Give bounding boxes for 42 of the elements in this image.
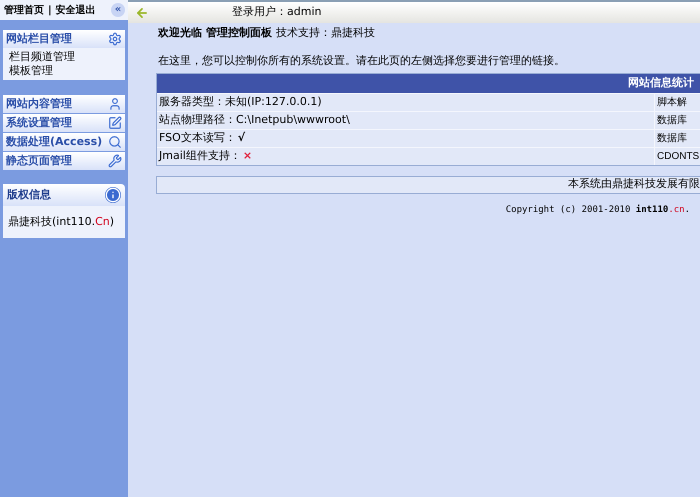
copyright-text: 鼎捷科技(int110.Cn): [8, 214, 114, 230]
separator: |: [48, 4, 52, 18]
cross-mark: ×: [242, 148, 252, 164]
table-title: 网站信息统计: [628, 74, 694, 91]
company-text: 本系统由鼎捷科技发展有限: [568, 176, 700, 192]
back-arrow-icon[interactable]: [134, 6, 150, 20]
welcome-title: 欢迎光临 管理控制面板: [158, 24, 272, 41]
table-cell-text: FSO文本读写：: [159, 130, 236, 146]
menu-title[interactable]: 系统设置管理: [6, 114, 72, 132]
panel-title: 版权信息: [7, 186, 51, 203]
table-cell-text: Jmail组件支持：: [159, 148, 241, 164]
check-mark: √: [238, 130, 246, 146]
person-icon: [108, 97, 122, 111]
wrench-icon: [108, 154, 122, 168]
table-cell-text: 脚本解: [657, 96, 687, 110]
copyright-line: Copyright (c) 2001-2010 int110.cn.: [506, 204, 690, 216]
table-cell-text: 服务器类型：未知(IP:127.0.0.1): [159, 94, 322, 110]
table-cell-text: CDONTS: [657, 150, 700, 164]
menu-title[interactable]: 网站栏目管理: [6, 30, 72, 48]
pen-icon: [108, 116, 122, 130]
info-icon: [105, 187, 121, 203]
home-link[interactable]: 管理首页: [4, 2, 44, 18]
menu-header[interactable]: 网站内容管理: [3, 95, 125, 113]
menu-header[interactable]: 静态页面管理: [3, 152, 125, 170]
logged-user: 登录用户：admin: [232, 4, 322, 20]
gear-icon: [108, 32, 122, 46]
support-text: 技术支持：鼎捷科技: [276, 24, 375, 41]
menu-title[interactable]: 数据处理(Access): [6, 134, 102, 150]
table-cell-text: 数据库: [657, 114, 687, 128]
menu-title[interactable]: 网站内容管理: [6, 96, 72, 112]
table-cell-text: 数据库: [657, 132, 687, 146]
menu-header[interactable]: 系统设置管理: [3, 114, 125, 132]
table-cell-text: 站点物理路径：C:\Inetpub\wwwroot\: [159, 112, 350, 128]
menu-header[interactable]: 数据处理(Access): [3, 133, 125, 151]
menu-item[interactable]: 栏目频道管理: [9, 50, 125, 64]
collapse-button[interactable]: «: [111, 3, 125, 17]
search-icon: [108, 135, 122, 149]
logout-link[interactable]: 安全退出: [56, 2, 96, 18]
menu-header[interactable]: 网站栏目管理: [3, 30, 125, 48]
menu-item[interactable]: 模板管理: [9, 64, 125, 78]
intro-text: 在这里，您可以控制你所有的系统设置。请在此页的左侧选择您要进行管理的链接。: [157, 53, 566, 69]
menu-title[interactable]: 静态页面管理: [6, 152, 72, 170]
